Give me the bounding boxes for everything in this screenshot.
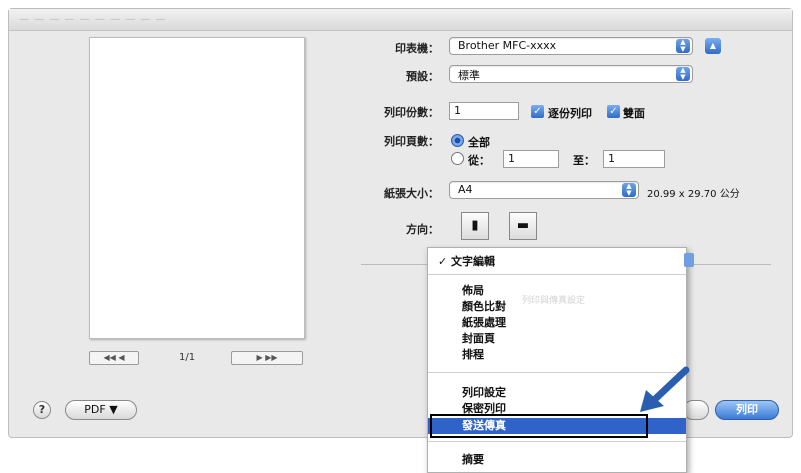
- menu-item-scheduler[interactable]: 排程: [428, 347, 686, 363]
- all-pages-label: 全部: [468, 136, 490, 149]
- range-radio[interactable]: [451, 152, 464, 165]
- pointer-arrow-icon: [640, 366, 690, 412]
- duplex-checkbox[interactable]: ✓: [607, 105, 620, 118]
- printer-popup[interactable]: Brother MFC-xxxx ▲ ▼: [449, 37, 693, 55]
- duplex-label: 雙面: [623, 107, 645, 120]
- paper-size-label: 紙張大小：: [384, 187, 439, 200]
- preview-forward-buttons[interactable]: ▶ ▶▶: [231, 351, 303, 365]
- help-button[interactable]: ?: [33, 401, 51, 419]
- collate-label: 逐份列印: [548, 107, 592, 120]
- menu-separator: [428, 274, 686, 275]
- landscape-icon[interactable]: ▬: [509, 212, 537, 240]
- page-preview: [89, 37, 305, 339]
- menu-scroll-indicator: [684, 253, 694, 267]
- ghost-panel-title: 列印與傳真設定: [522, 296, 586, 306]
- collate-checkbox[interactable]: ✓: [531, 105, 544, 118]
- paper-size-value: A4: [458, 183, 473, 196]
- highlight-box: [430, 414, 648, 438]
- from-field[interactable]: 1: [503, 150, 559, 168]
- portrait-icon[interactable]: ▮: [461, 212, 489, 240]
- paper-size-popup[interactable]: A4 ▲ ▼: [449, 181, 639, 199]
- preview-back-buttons[interactable]: ◀◀ ◀: [89, 351, 139, 365]
- chevron-updown-icon: ▲ ▼: [676, 67, 690, 81]
- copies-label: 列印份數：: [384, 106, 439, 119]
- printer-label: 印表機：: [395, 42, 439, 55]
- chevron-updown-icon: ▲ ▼: [622, 183, 636, 197]
- to-label: 至：: [573, 154, 595, 167]
- copies-field[interactable]: 1: [449, 102, 519, 120]
- printer-value: Brother MFC-xxxx: [458, 39, 557, 52]
- menu-item-cover-page[interactable]: 封面頁: [428, 331, 686, 347]
- print-button[interactable]: 列印: [715, 400, 779, 420]
- menu-item-text-editing[interactable]: ✓ 文字編輯: [428, 254, 686, 270]
- panel-dropdown-menu: ✓ 文字編輯 佈局 顏色比對 紙張處理 封面頁 排程 列印設定 保密列印 發送傳…: [427, 247, 687, 473]
- chevron-updown-icon: ▲ ▼: [676, 39, 690, 53]
- window-titlebar: — — — — — — — — — —: [9, 9, 792, 31]
- to-field[interactable]: 1: [603, 150, 665, 168]
- from-label: 從：: [468, 154, 490, 167]
- menu-item-summary[interactable]: 摘要: [428, 452, 686, 468]
- all-pages-radio[interactable]: [451, 134, 464, 147]
- disclosure-icon[interactable]: ▲: [705, 38, 721, 54]
- preset-popup[interactable]: 標準 ▲ ▼: [449, 65, 693, 83]
- pdf-button[interactable]: PDF ▼: [65, 400, 137, 420]
- pages-label: 列印頁數：: [384, 135, 439, 148]
- preset-value: 標準: [458, 69, 480, 82]
- orientation-label: 方向：: [406, 223, 439, 236]
- menu-item-paper-handling[interactable]: 紙張處理: [428, 315, 686, 331]
- preset-label: 預設：: [406, 70, 439, 83]
- preview-page-count: 1/1: [179, 352, 196, 363]
- menu-separator: [428, 441, 686, 442]
- paper-dimensions: 20.99 x 29.70 公分: [647, 189, 740, 200]
